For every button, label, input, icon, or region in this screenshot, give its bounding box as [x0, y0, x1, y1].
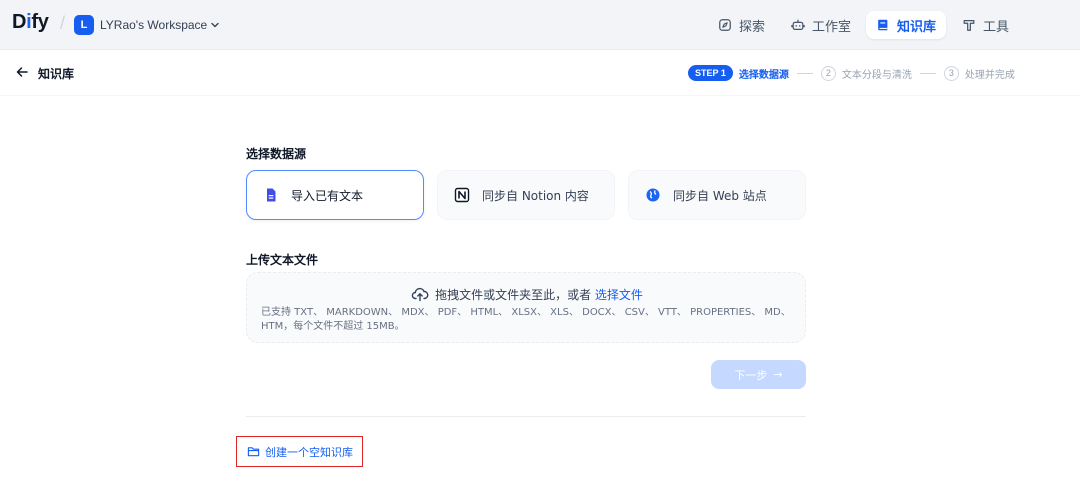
step-2-label: 文本分段与清洗 [841, 69, 912, 81]
logo-text-c: fy [31, 11, 49, 33]
step-1-label: 选择数据源 [738, 69, 789, 81]
step-3-number: 3 [943, 65, 959, 81]
hammer-icon [963, 20, 975, 31]
separator-slash: / [60, 13, 66, 33]
compass-icon [719, 19, 731, 31]
nav-knowledge-label: 知识库 [897, 19, 937, 35]
chevron-down-icon [211, 22, 219, 28]
source-option-label: 导入已有文本 [291, 188, 364, 203]
top-navigation-bar: Dify / L LYRao's Workspace 探索 工作室 知识库 工具 [0, 0, 1080, 50]
arrow-right-icon: → [773, 368, 783, 381]
source-option-label: 同步自 Notion 内容 [482, 188, 589, 203]
workspace-name: LYRao's Workspace [100, 18, 208, 32]
document-icon [267, 188, 276, 202]
step-connector [796, 72, 813, 74]
workspace-selector[interactable]: L LYRao's Workspace [74, 14, 220, 36]
divider [246, 416, 806, 417]
file-dropzone[interactable]: 拖拽文件或文件夹至此，或者 选择文件 已支持 TXT、 MARKDOWN、 MD… [246, 272, 806, 343]
globe-icon [646, 188, 660, 202]
supported-formats-text: 已支持 TXT、 MARKDOWN、 MDX、 PDF、 HTML、 XLSX、… [261, 307, 791, 332]
step-indicator: STEP 1 选择数据源 2 文本分段与清洗 3 处理并完成 [688, 65, 1015, 81]
book-icon [878, 19, 888, 31]
logo-text-a: D [12, 11, 27, 33]
browse-files-link[interactable]: 选择文件 [595, 286, 643, 303]
folder-icon [247, 447, 260, 457]
next-step-label: 下一步 [734, 368, 768, 382]
cloud-upload-icon [411, 287, 429, 302]
source-option-import-text[interactable]: 导入已有文本 [246, 170, 424, 220]
upload-title: 上传文本文件 [246, 253, 319, 267]
workspace-avatar: L [74, 15, 94, 35]
nav-explore[interactable]: 探索 [708, 11, 775, 39]
robot-icon [791, 19, 805, 30]
dify-logo[interactable]: Dify [12, 11, 49, 34]
source-option-label: 同步自 Web 站点 [673, 188, 767, 203]
create-empty-knowledge-link[interactable]: 创建一个空知识库 [236, 436, 363, 467]
nav-tools[interactable]: 工具 [952, 11, 1019, 39]
page-title: 知识库 [38, 67, 75, 81]
back-arrow-icon[interactable] [14, 64, 30, 80]
nav-tools-label: 工具 [983, 19, 1010, 35]
dropzone-prompt: 拖拽文件或文件夹至此，或者 选择文件 [247, 285, 807, 303]
next-step-button[interactable]: 下一步 → [711, 360, 806, 389]
data-source-title: 选择数据源 [246, 147, 307, 161]
nav-studio-label: 工作室 [812, 19, 852, 35]
notion-icon [454, 187, 470, 203]
source-option-notion[interactable]: 同步自 Notion 内容 [437, 170, 615, 220]
step-2-number: 2 [820, 65, 836, 81]
source-option-web[interactable]: 同步自 Web 站点 [628, 170, 806, 220]
step-3-label: 处理并完成 [964, 69, 1015, 81]
step-connector [919, 72, 936, 74]
dropzone-text: 拖拽文件或文件夹至此，或者 [435, 287, 592, 302]
create-empty-knowledge-label: 创建一个空知识库 [265, 445, 353, 459]
nav-studio[interactable]: 工作室 [781, 11, 861, 39]
nav-explore-label: 探索 [739, 19, 766, 35]
page-header: 知识库 STEP 1 选择数据源 2 文本分段与清洗 3 处理并完成 [0, 50, 1080, 96]
step-1-badge: STEP 1 [688, 65, 733, 81]
nav-knowledge[interactable]: 知识库 [866, 11, 947, 39]
